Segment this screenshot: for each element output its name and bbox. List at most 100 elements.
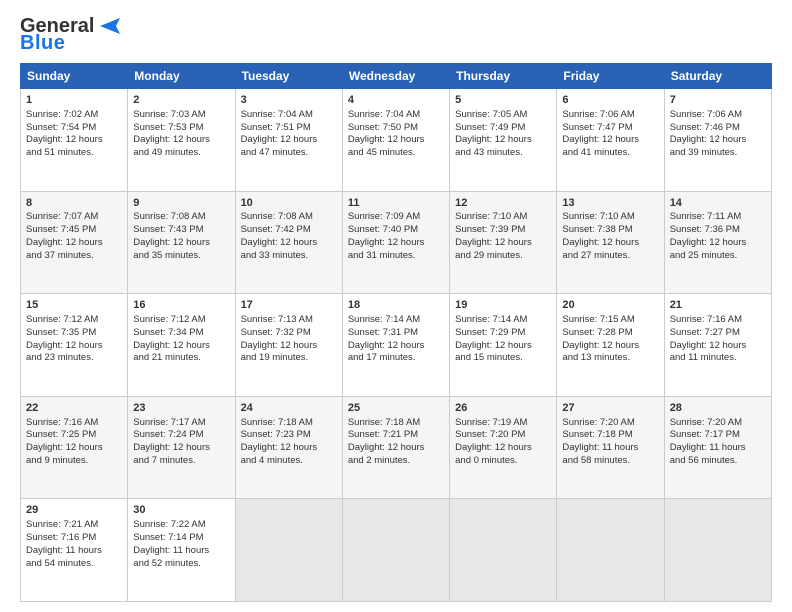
- daylight-and: and 4 minutes.: [241, 455, 303, 466]
- daylight-and: and 39 minutes.: [670, 147, 738, 158]
- daylight-label: Daylight: 12 hours: [241, 134, 318, 145]
- sunset-text: Sunset: 7:42 PM: [241, 224, 311, 235]
- daylight-and: and 25 minutes.: [670, 250, 738, 261]
- day-number: 16: [133, 298, 229, 313]
- daylight-and: and 35 minutes.: [133, 250, 201, 261]
- calendar-cell: 29Sunrise: 7:21 AMSunset: 7:16 PMDayligh…: [21, 499, 128, 602]
- sunset-text: Sunset: 7:23 PM: [241, 429, 311, 440]
- daylight-label: Daylight: 12 hours: [348, 340, 425, 351]
- sunset-text: Sunset: 7:29 PM: [455, 327, 525, 338]
- daylight-and: and 58 minutes.: [562, 455, 630, 466]
- daylight-label: Daylight: 12 hours: [26, 442, 103, 453]
- sunset-text: Sunset: 7:31 PM: [348, 327, 418, 338]
- calendar-cell: 22Sunrise: 7:16 AMSunset: 7:25 PMDayligh…: [21, 396, 128, 499]
- weekday-header-sunday: Sunday: [21, 64, 128, 89]
- daylight-label: Daylight: 12 hours: [670, 134, 747, 145]
- sunrise-text: Sunrise: 7:12 AM: [133, 314, 205, 325]
- calendar-cell: [664, 499, 771, 602]
- sunrise-text: Sunrise: 7:08 AM: [241, 211, 313, 222]
- sunset-text: Sunset: 7:43 PM: [133, 224, 203, 235]
- sunrise-text: Sunrise: 7:21 AM: [26, 519, 98, 530]
- calendar-cell: 25Sunrise: 7:18 AMSunset: 7:21 PMDayligh…: [342, 396, 449, 499]
- daylight-label: Daylight: 12 hours: [455, 134, 532, 145]
- calendar-table: SundayMondayTuesdayWednesdayThursdayFrid…: [20, 63, 772, 602]
- weekday-header-friday: Friday: [557, 64, 664, 89]
- daylight-and: and 17 minutes.: [348, 352, 416, 363]
- calendar-cell: 9Sunrise: 7:08 AMSunset: 7:43 PMDaylight…: [128, 191, 235, 294]
- calendar-cell: 2Sunrise: 7:03 AMSunset: 7:53 PMDaylight…: [128, 89, 235, 192]
- sunrise-text: Sunrise: 7:15 AM: [562, 314, 634, 325]
- daylight-label: Daylight: 11 hours: [133, 545, 209, 556]
- logo: General Blue: [20, 16, 124, 55]
- daylight-label: Daylight: 12 hours: [455, 237, 532, 248]
- sunset-text: Sunset: 7:14 PM: [133, 532, 203, 543]
- daylight-and: and 56 minutes.: [670, 455, 738, 466]
- daylight-and: and 11 minutes.: [670, 352, 737, 363]
- calendar-week-4: 22Sunrise: 7:16 AMSunset: 7:25 PMDayligh…: [21, 396, 772, 499]
- sunrise-text: Sunrise: 7:09 AM: [348, 211, 420, 222]
- calendar-cell: 8Sunrise: 7:07 AMSunset: 7:45 PMDaylight…: [21, 191, 128, 294]
- day-number: 14: [670, 196, 766, 211]
- weekday-header-tuesday: Tuesday: [235, 64, 342, 89]
- daylight-label: Daylight: 12 hours: [348, 442, 425, 453]
- day-number: 15: [26, 298, 122, 313]
- day-number: 23: [133, 401, 229, 416]
- sunset-text: Sunset: 7:18 PM: [562, 429, 632, 440]
- daylight-label: Daylight: 12 hours: [455, 442, 532, 453]
- daylight-label: Daylight: 12 hours: [26, 340, 103, 351]
- daylight-and: and 21 minutes.: [133, 352, 201, 363]
- calendar-cell: 26Sunrise: 7:19 AMSunset: 7:20 PMDayligh…: [450, 396, 557, 499]
- day-number: 17: [241, 298, 337, 313]
- sunrise-text: Sunrise: 7:18 AM: [348, 417, 420, 428]
- calendar-cell: [450, 499, 557, 602]
- day-number: 1: [26, 93, 122, 108]
- calendar-week-3: 15Sunrise: 7:12 AMSunset: 7:35 PMDayligh…: [21, 294, 772, 397]
- day-number: 20: [562, 298, 658, 313]
- sunset-text: Sunset: 7:24 PM: [133, 429, 203, 440]
- day-number: 4: [348, 93, 444, 108]
- calendar-cell: 5Sunrise: 7:05 AMSunset: 7:49 PMDaylight…: [450, 89, 557, 192]
- sunrise-text: Sunrise: 7:16 AM: [670, 314, 742, 325]
- sunset-text: Sunset: 7:17 PM: [670, 429, 740, 440]
- daylight-label: Daylight: 12 hours: [348, 237, 425, 248]
- sunset-text: Sunset: 7:16 PM: [26, 532, 96, 543]
- daylight-label: Daylight: 11 hours: [670, 442, 746, 453]
- daylight-label: Daylight: 12 hours: [241, 442, 318, 453]
- daylight-label: Daylight: 12 hours: [670, 340, 747, 351]
- daylight-and: and 47 minutes.: [241, 147, 309, 158]
- daylight-and: and 29 minutes.: [455, 250, 523, 261]
- calendar-cell: 7Sunrise: 7:06 AMSunset: 7:46 PMDaylight…: [664, 89, 771, 192]
- calendar-cell: [342, 499, 449, 602]
- calendar-cell: 21Sunrise: 7:16 AMSunset: 7:27 PMDayligh…: [664, 294, 771, 397]
- daylight-and: and 37 minutes.: [26, 250, 94, 261]
- sunrise-text: Sunrise: 7:14 AM: [348, 314, 420, 325]
- calendar-cell: 15Sunrise: 7:12 AMSunset: 7:35 PMDayligh…: [21, 294, 128, 397]
- weekday-header-monday: Monday: [128, 64, 235, 89]
- calendar-cell: 11Sunrise: 7:09 AMSunset: 7:40 PMDayligh…: [342, 191, 449, 294]
- calendar-cell: 19Sunrise: 7:14 AMSunset: 7:29 PMDayligh…: [450, 294, 557, 397]
- day-number: 11: [348, 196, 444, 211]
- sunset-text: Sunset: 7:53 PM: [133, 122, 203, 133]
- calendar-week-5: 29Sunrise: 7:21 AMSunset: 7:16 PMDayligh…: [21, 499, 772, 602]
- calendar-cell: 12Sunrise: 7:10 AMSunset: 7:39 PMDayligh…: [450, 191, 557, 294]
- daylight-and: and 2 minutes.: [348, 455, 410, 466]
- calendar-cell: 13Sunrise: 7:10 AMSunset: 7:38 PMDayligh…: [557, 191, 664, 294]
- day-number: 24: [241, 401, 337, 416]
- day-number: 13: [562, 196, 658, 211]
- sunrise-text: Sunrise: 7:04 AM: [348, 109, 420, 120]
- daylight-label: Daylight: 12 hours: [670, 237, 747, 248]
- daylight-label: Daylight: 12 hours: [562, 340, 639, 351]
- daylight-label: Daylight: 12 hours: [562, 134, 639, 145]
- sunset-text: Sunset: 7:32 PM: [241, 327, 311, 338]
- daylight-and: and 31 minutes.: [348, 250, 416, 261]
- calendar-cell: 10Sunrise: 7:08 AMSunset: 7:42 PMDayligh…: [235, 191, 342, 294]
- calendar-cell: 6Sunrise: 7:06 AMSunset: 7:47 PMDaylight…: [557, 89, 664, 192]
- sunset-text: Sunset: 7:25 PM: [26, 429, 96, 440]
- daylight-label: Daylight: 12 hours: [241, 237, 318, 248]
- calendar-cell: 4Sunrise: 7:04 AMSunset: 7:50 PMDaylight…: [342, 89, 449, 192]
- sunrise-text: Sunrise: 7:10 AM: [455, 211, 527, 222]
- day-number: 3: [241, 93, 337, 108]
- daylight-and: and 27 minutes.: [562, 250, 630, 261]
- sunset-text: Sunset: 7:21 PM: [348, 429, 418, 440]
- sunrise-text: Sunrise: 7:02 AM: [26, 109, 98, 120]
